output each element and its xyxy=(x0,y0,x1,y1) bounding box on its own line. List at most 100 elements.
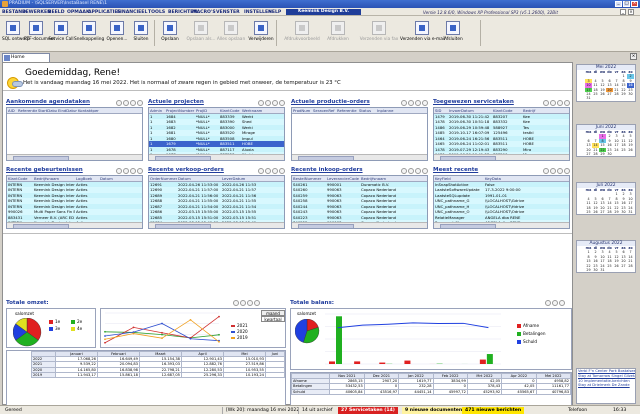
tab-home[interactable]: Home xyxy=(2,53,50,62)
refresh-icon[interactable] xyxy=(401,100,407,106)
calendar-day[interactable]: 28 xyxy=(606,210,613,214)
calendar-day[interactable]: 30 xyxy=(620,210,627,214)
horizontal-scrollbar[interactable] xyxy=(149,154,284,160)
phone-status[interactable]: Telefoon xyxy=(565,407,590,414)
settings-icon[interactable] xyxy=(265,168,271,174)
refresh-icon[interactable] xyxy=(258,168,264,174)
horizontal-scrollbar[interactable] xyxy=(292,154,427,160)
print-icon[interactable] xyxy=(130,100,136,106)
panel-title[interactable]: Recente inkoop-orders xyxy=(291,167,363,173)
menu-venster[interactable]: VENSTER xyxy=(216,10,240,15)
print-icon[interactable] xyxy=(415,100,421,106)
print-icon[interactable] xyxy=(557,168,563,174)
archive-count[interactable]: 14 uit archief xyxy=(298,407,336,414)
mdi-close-button[interactable]: × xyxy=(628,9,634,15)
toolbar-opslaan-als-button[interactable]: Opslaan als... xyxy=(186,18,216,48)
menu-applicaties[interactable]: APPLICATIES xyxy=(88,10,121,15)
settings-icon[interactable] xyxy=(123,100,129,106)
close-button[interactable]: × xyxy=(631,1,638,7)
minimize-button[interactable]: _ xyxy=(615,1,622,7)
settings-icon[interactable] xyxy=(408,100,414,106)
calendar-day[interactable]: 29 xyxy=(585,268,592,272)
toolbar-afsluiten-button[interactable]: Afsluiten xyxy=(444,18,463,48)
new-messages-badge[interactable]: 471 nieuwe berichten xyxy=(462,407,525,414)
panel-title[interactable]: Toegewezen servicetaken xyxy=(433,99,514,105)
horizontal-scrollbar[interactable] xyxy=(434,154,569,160)
toolbar-sluiten-button[interactable]: Sluiten xyxy=(130,18,152,48)
calendar-day[interactable]: 29 xyxy=(613,210,620,214)
column-header[interactable]: AID xyxy=(7,108,17,114)
settings-icon[interactable] xyxy=(550,168,556,174)
close-icon[interactable] xyxy=(422,168,428,174)
panel-title[interactable]: Recente verkoop-orders xyxy=(148,167,224,173)
menu-financieel[interactable]: FINANCIEEL xyxy=(117,10,147,15)
horizontal-scrollbar[interactable] xyxy=(434,222,569,228)
panel-title[interactable]: Actuele projecten xyxy=(148,99,204,105)
refresh-icon[interactable] xyxy=(543,168,549,174)
toolbar-service-call-button[interactable]: Service Call xyxy=(48,18,74,48)
refresh-icon[interactable] xyxy=(545,300,551,306)
close-icon[interactable] xyxy=(564,168,570,174)
horizontal-scrollbar[interactable] xyxy=(292,222,427,228)
calendar-day[interactable]: 25 xyxy=(585,210,592,214)
toolbar-verzenden-via-e-mail-button[interactable]: Verzenden via e-mail xyxy=(400,18,445,48)
toolbar-verwijderen-button[interactable]: Verwijderen xyxy=(246,18,276,48)
print-icon[interactable] xyxy=(130,168,136,174)
settings-icon[interactable] xyxy=(240,300,246,306)
menu-bewerken[interactable]: BEWERKEN xyxy=(22,10,51,15)
close-icon[interactable] xyxy=(564,100,570,106)
refresh-icon[interactable] xyxy=(116,100,122,106)
panel-title[interactable]: Aankomende agendataken xyxy=(6,99,90,105)
table-row[interactable]: 2019 11.943,17 15.861,18 12.687,05 25.296,33… xyxy=(31,371,285,378)
menu-help[interactable]: HELP xyxy=(268,10,281,15)
toolbar-verzenden-via-fax-button[interactable]: Verzenden via fax xyxy=(358,18,400,48)
settings-icon[interactable] xyxy=(552,300,558,306)
panel-title[interactable]: Meest recente xyxy=(433,167,478,173)
table-row[interactable]: Schuld 40605,84 43516,97 44451,14 45997,72 45… xyxy=(291,388,571,395)
menu-macros[interactable]: MACRO'S xyxy=(192,10,216,15)
calendar-day[interactable]: 27 xyxy=(585,152,592,156)
toolbar-afdrukvoorbeeld-button[interactable]: Afdrukvoorbeeld xyxy=(282,18,322,48)
refresh-icon[interactable] xyxy=(116,168,122,174)
column-header[interactable]: Referentie xyxy=(17,108,37,114)
calendar-day[interactable]: 30 xyxy=(606,152,613,156)
refresh-icon[interactable] xyxy=(258,100,264,106)
menu-tools[interactable]: TOOLS xyxy=(148,10,165,15)
toolbar-opslaan-button[interactable]: Opslaan xyxy=(158,18,182,48)
toolbar-snelkoppeling-button[interactable]: Snelkoppeling xyxy=(74,18,104,48)
panel-title[interactable]: Recente gebeurtenissen xyxy=(6,167,83,173)
toolbar-sql-ontwerp-button[interactable]: SQL ontwerp xyxy=(2,18,30,48)
agenda-note[interactable]: Stay at Tomorrow Singel Gilzetz... xyxy=(577,374,635,379)
maximize-button[interactable]: □ xyxy=(623,1,630,7)
kwartaal-button[interactable]: kwartaal xyxy=(261,316,285,322)
close-tab-button[interactable]: × xyxy=(630,53,637,60)
close-icon[interactable] xyxy=(422,100,428,106)
settings-icon[interactable] xyxy=(265,100,271,106)
print-icon[interactable] xyxy=(272,100,278,106)
close-icon[interactable] xyxy=(137,168,143,174)
calendar-day[interactable]: 27 xyxy=(599,210,606,214)
column-header[interactable]: Inplanne xyxy=(376,108,396,114)
menu-opmaak[interactable]: OPMAAK xyxy=(67,10,90,15)
column-header[interactable]: Kontaktpersoon xyxy=(77,108,99,114)
refresh-icon[interactable] xyxy=(233,300,239,306)
close-icon[interactable] xyxy=(279,100,285,106)
panel-title[interactable]: Actuele productie-orders xyxy=(291,99,370,105)
agenda-note[interactable]: Stay at Drielmerk De Zande xyxy=(577,383,635,388)
calendar-day[interactable]: 28 xyxy=(592,152,599,156)
calendar-day[interactable]: 31 xyxy=(585,96,592,100)
toolbar-alles-opslaan-button[interactable]: Alles opslaan xyxy=(216,18,246,48)
calendar-day[interactable]: 31 xyxy=(599,268,606,272)
settings-icon[interactable] xyxy=(123,168,129,174)
refresh-icon[interactable] xyxy=(543,100,549,106)
print-icon[interactable] xyxy=(557,100,563,106)
column-header[interactable]: StartDatum xyxy=(37,108,57,114)
service-tasks-badge[interactable]: 27 Servicetaken (14) xyxy=(338,407,398,414)
refresh-icon[interactable] xyxy=(401,168,407,174)
close-icon[interactable] xyxy=(279,168,285,174)
close-icon[interactable] xyxy=(559,300,565,306)
column-header[interactable]: Referentie xyxy=(336,108,358,114)
horizontal-scrollbar[interactable] xyxy=(7,222,142,228)
calendar-day[interactable]: 26 xyxy=(592,210,599,214)
calendar-day[interactable]: 30 xyxy=(592,268,599,272)
